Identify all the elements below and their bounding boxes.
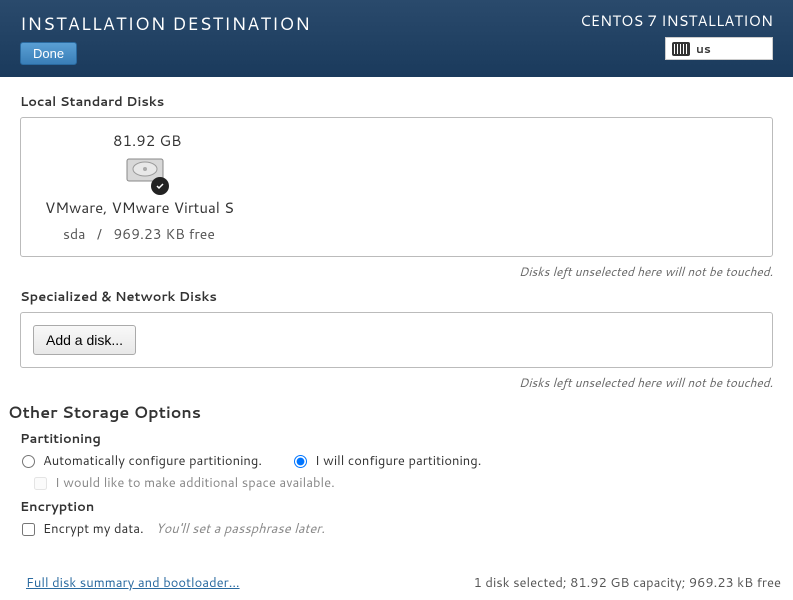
local-disks-label: Local Standard Disks (20, 93, 785, 111)
add-disk-button[interactable]: Add a disk... (33, 325, 136, 355)
check-icon (151, 177, 169, 195)
local-disks-frame: 81.92 GB VMware, VMware Virtual S sda / … (20, 117, 773, 257)
encryption-hint: You'll set a passphrase later. (156, 520, 325, 538)
network-disks-frame: Add a disk... (20, 312, 773, 368)
manual-partition-label[interactable]: I will configure partitioning. (315, 452, 481, 470)
disk-status-text: 1 disk selected; 81.92 GB capacity; 969.… (474, 574, 781, 592)
footer-bar: Full disk summary and bootloader... 1 di… (8, 574, 785, 592)
disk-item[interactable]: 81.92 GB VMware, VMware Virtual S sda / … (33, 130, 253, 244)
network-disks-label: Specialized & Network Disks (20, 288, 785, 306)
page-title: INSTALLATION DESTINATION (20, 10, 311, 36)
disk-size: 81.92 GB (113, 130, 181, 151)
disk-name: VMware, VMware Virtual S (45, 197, 234, 218)
encryption-label: Encryption (20, 498, 785, 516)
disk-icon (125, 155, 165, 191)
manual-partition-radio[interactable] (294, 455, 307, 468)
auto-partition-radio[interactable] (22, 455, 35, 468)
header-bar: INSTALLATION DESTINATION Done CENTOS 7 I… (0, 0, 793, 77)
keyboard-layout-indicator[interactable]: us (665, 37, 773, 60)
encrypt-label[interactable]: Encrypt my data. (43, 520, 144, 538)
network-disks-hint: Disks left unselected here will not be t… (8, 374, 773, 391)
done-button[interactable]: Done (20, 42, 77, 65)
local-disks-hint: Disks left unselected here will not be t… (8, 263, 773, 280)
partitioning-label: Partitioning (20, 430, 785, 448)
disk-summary-link[interactable]: Full disk summary and bootloader... (26, 574, 240, 592)
encrypt-checkbox[interactable] (22, 523, 35, 536)
keyboard-layout-label: us (696, 40, 711, 57)
storage-options-title: Other Storage Options (8, 401, 785, 424)
keyboard-icon (672, 42, 690, 56)
disk-details: sda / 969.23 KB free (63, 224, 215, 244)
auto-partition-label[interactable]: Automatically configure partitioning. (43, 452, 262, 470)
installer-title: CENTOS 7 INSTALLATION (580, 10, 773, 31)
extra-space-checkbox (34, 477, 47, 490)
extra-space-label: I would like to make additional space av… (55, 474, 335, 492)
